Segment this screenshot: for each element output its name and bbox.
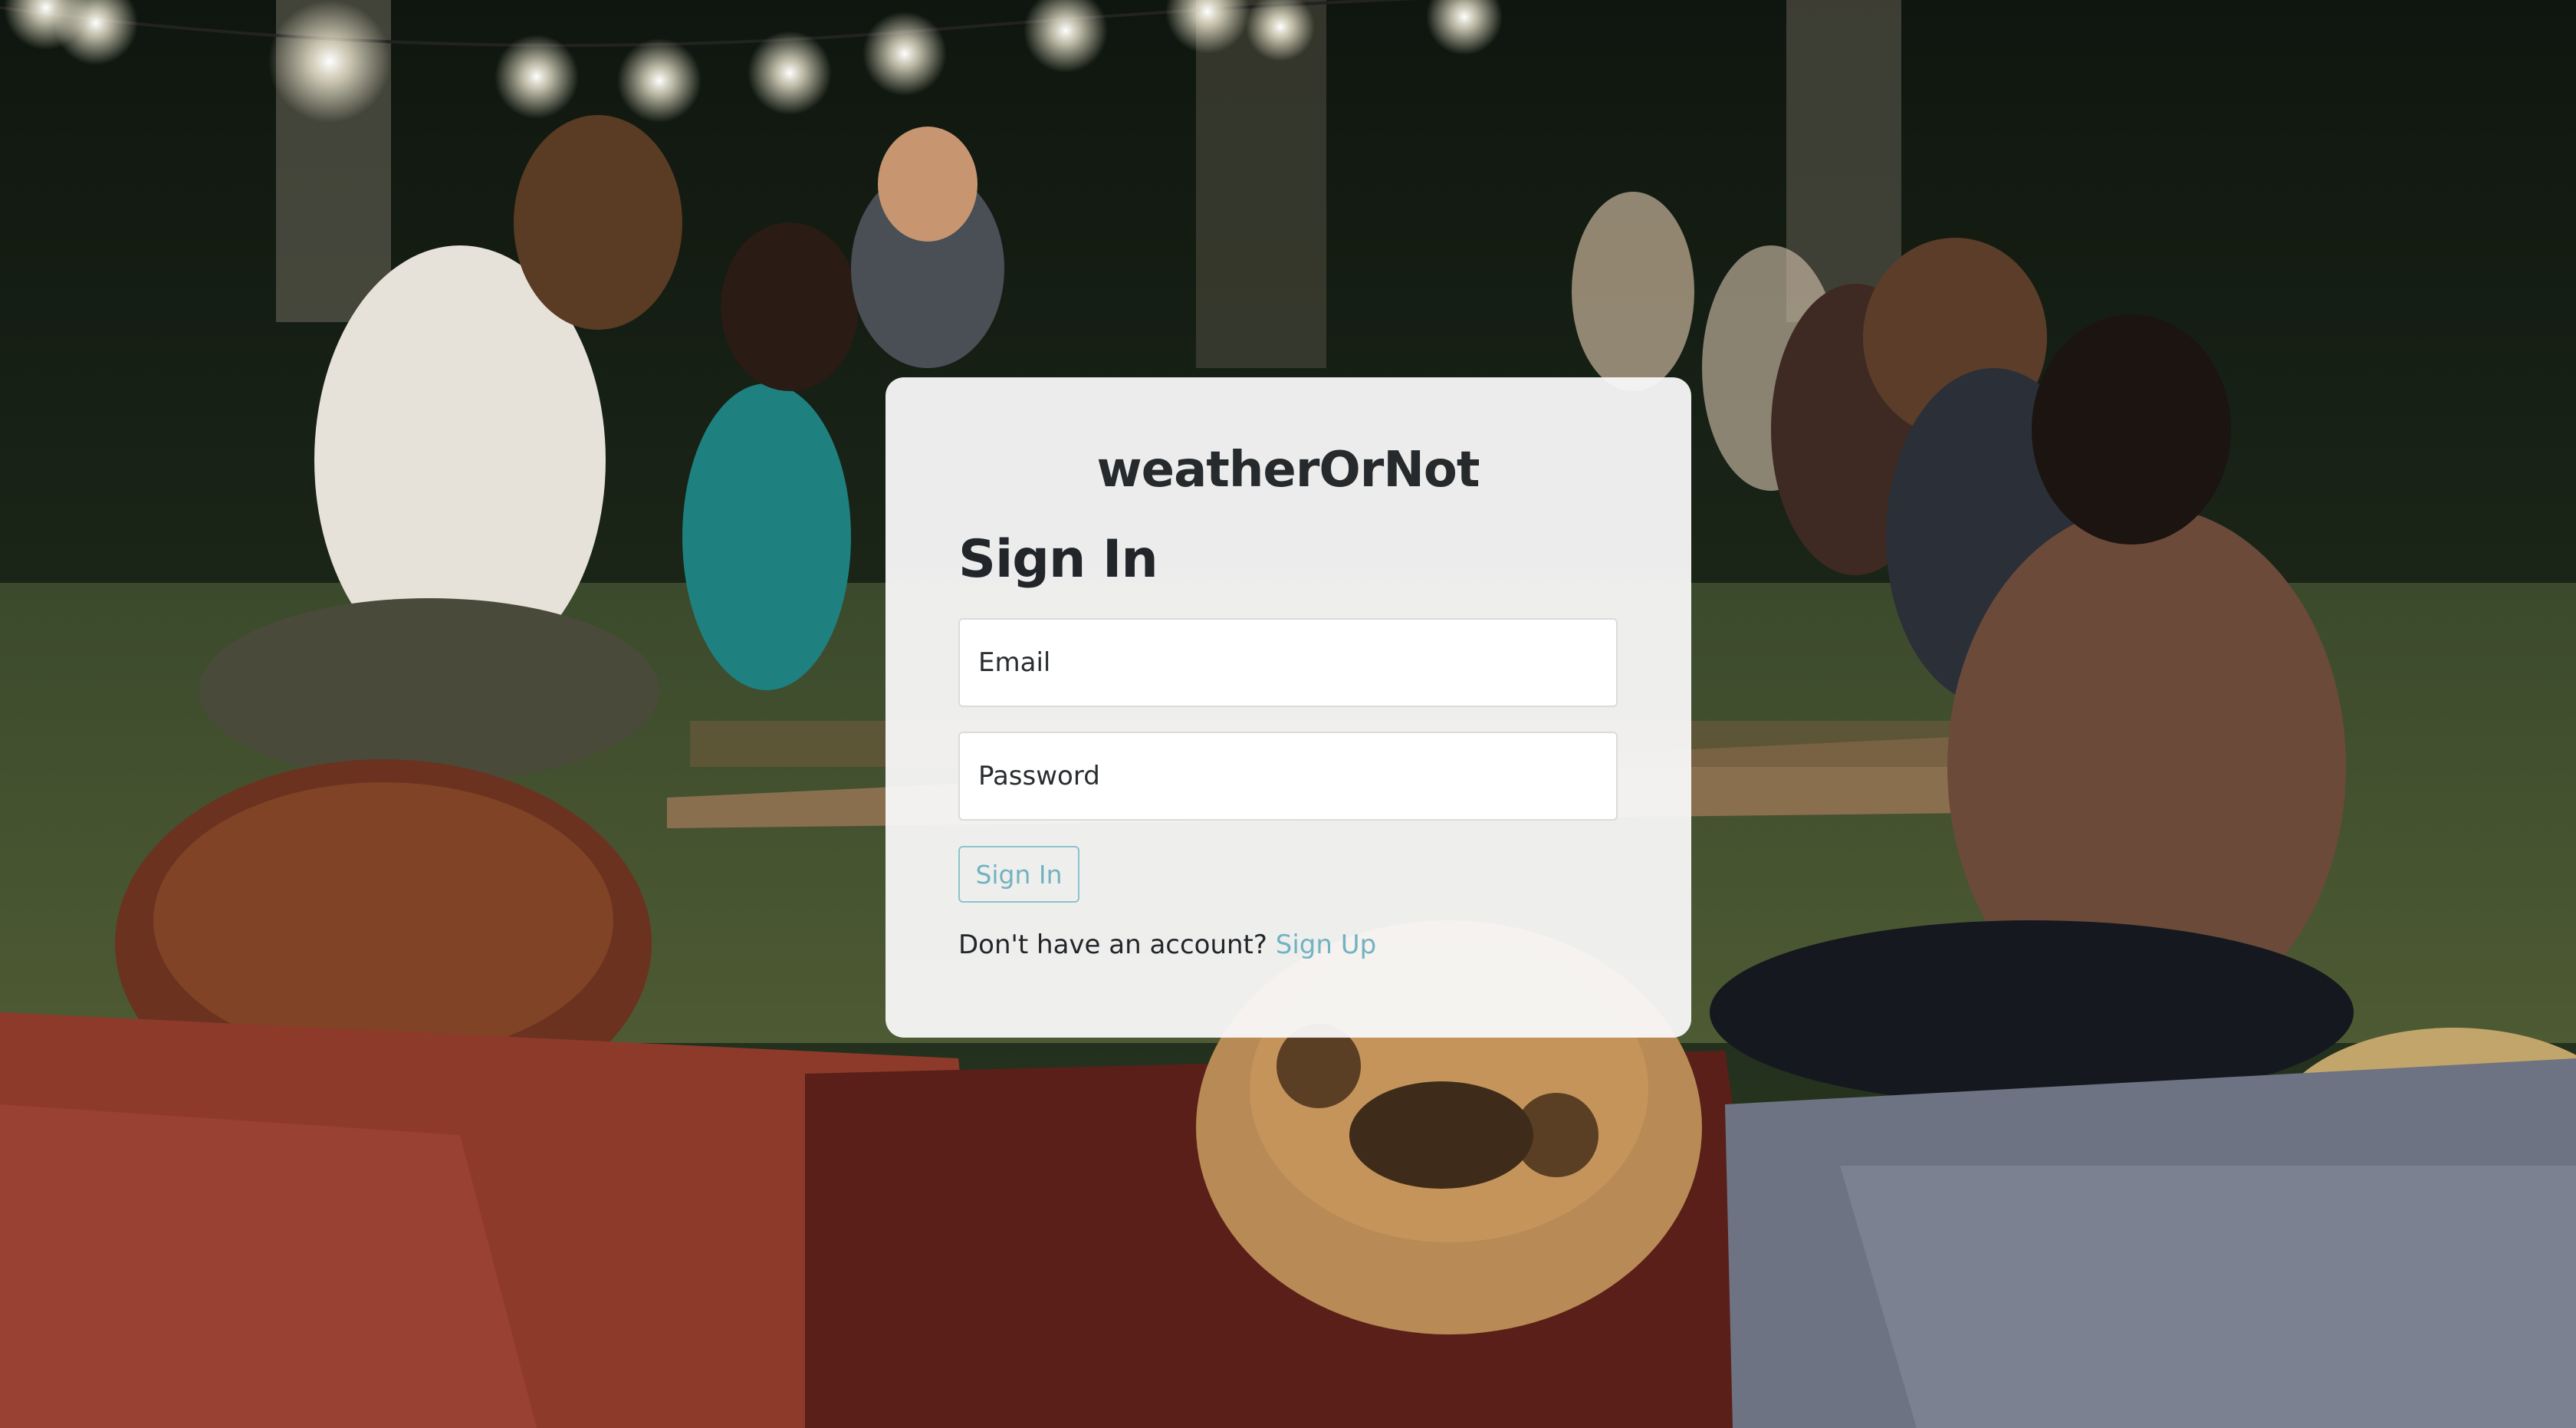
- signup-prompt: Don't have an account? Sign Up: [958, 930, 1376, 960]
- email-field[interactable]: [958, 618, 1618, 707]
- password-field[interactable]: [958, 732, 1618, 821]
- brand-title: weatherOrNot: [1096, 442, 1480, 498]
- sign-up-link[interactable]: Sign Up: [1276, 930, 1376, 960]
- sign-in-button[interactable]: Sign In: [958, 846, 1079, 903]
- page-title: Sign In: [958, 529, 1158, 590]
- account-prompt-text: Don't have an account?: [958, 930, 1276, 960]
